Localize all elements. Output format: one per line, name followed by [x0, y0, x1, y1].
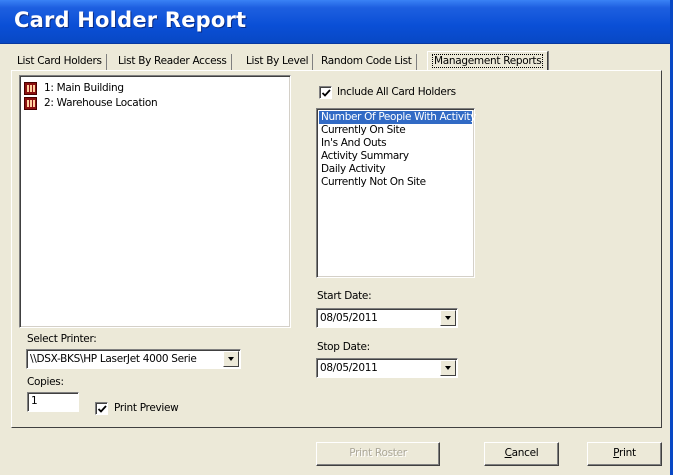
print-label: rint: [619, 447, 636, 459]
tab-list-by-reader-access[interactable]: List By Reader Access: [114, 54, 232, 71]
include-all-label: Include All Card Holders: [337, 86, 456, 98]
tab-list-card-holders[interactable]: List Card Holders: [13, 54, 107, 71]
printer-select[interactable]: \\DSX-BKS\HP LaserJet 4000 Serie: [26, 349, 241, 369]
print-button[interactable]: Print: [587, 442, 662, 466]
stop-date-picker[interactable]: 08/05/2011: [316, 358, 458, 378]
print-preview-checkbox[interactable]: [95, 402, 108, 415]
select-printer-label: Select Printer:: [27, 333, 97, 345]
window-title: Card Holder Report: [14, 8, 247, 32]
list-item[interactable]: Daily Activity: [319, 163, 472, 176]
list-item[interactable]: In's And Outs: [319, 137, 472, 150]
chevron-down-icon[interactable]: [223, 351, 239, 367]
stop-date-label: Stop Date:: [317, 341, 370, 353]
start-date-value: 08/05/2011: [320, 312, 378, 324]
checkmark-icon: [97, 405, 107, 413]
stop-date-value: 08/05/2011: [320, 362, 378, 374]
title-bar: Card Holder Report: [0, 0, 673, 44]
print-roster-button[interactable]: Print Roster: [316, 442, 440, 466]
location-tree[interactable]: 1: Main Building 2: Warehouse Location: [19, 75, 291, 328]
start-date-label: Start Date:: [317, 290, 372, 302]
cancel-mnemonic: C: [504, 447, 512, 459]
list-item[interactable]: Currently On Site: [319, 124, 472, 137]
cancel-button[interactable]: Cancel: [484, 442, 559, 466]
tree-item-label: 2: Warehouse Location: [44, 97, 158, 109]
tab-management-reports-label: Management Reports: [432, 54, 544, 68]
chevron-down-icon[interactable]: [440, 310, 456, 326]
printer-select-value: \\DSX-BKS\HP LaserJet 4000 Serie: [30, 353, 197, 365]
cancel-label: ancel: [511, 447, 539, 459]
list-item[interactable]: Activity Summary: [319, 150, 472, 163]
tab-random-code-list[interactable]: Random Code List: [317, 54, 417, 71]
report-type-list[interactable]: Number Of People With Activity Currently…: [316, 108, 476, 278]
copies-input[interactable]: 1: [27, 392, 79, 412]
building-icon: [24, 82, 37, 95]
copies-value: 1: [31, 395, 38, 407]
checkmark-icon: [321, 89, 331, 97]
list-item[interactable]: Currently Not On Site: [319, 176, 472, 189]
tab-management-reports[interactable]: Management Reports: [427, 51, 549, 71]
print-preview-label: Print Preview: [114, 402, 179, 414]
tab-list-by-level[interactable]: List By Level: [242, 54, 314, 71]
copies-label: Copies:: [27, 376, 64, 388]
start-date-picker[interactable]: 08/05/2011: [316, 308, 458, 328]
list-item[interactable]: Number Of People With Activity: [319, 111, 476, 124]
chevron-down-icon[interactable]: [440, 360, 456, 376]
building-icon: [24, 97, 37, 110]
tree-item-label: 1: Main Building: [44, 82, 124, 94]
include-all-checkbox[interactable]: [319, 86, 332, 99]
